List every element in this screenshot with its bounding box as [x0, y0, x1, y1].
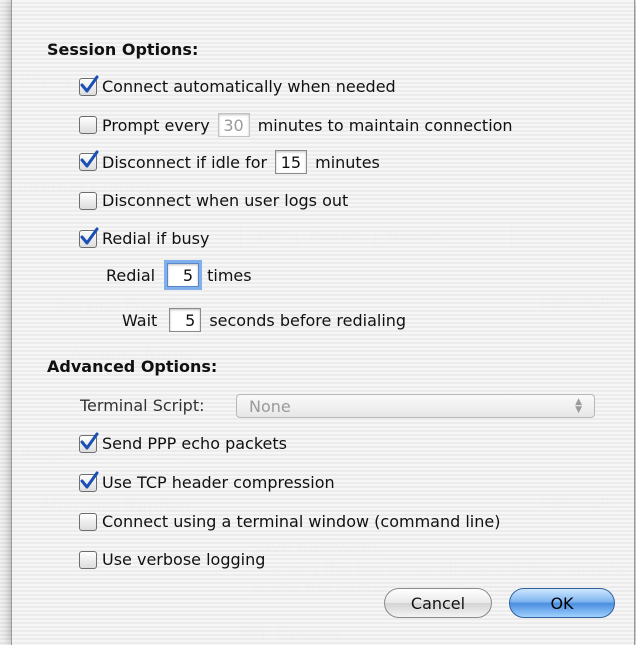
wait-suffix: seconds before redialing	[209, 310, 407, 330]
wait-row: Wait 5 seconds before redialing	[122, 308, 406, 332]
redial-busy-checkbox[interactable]	[79, 227, 99, 248]
wait-label: Wait	[122, 310, 158, 330]
ppp-echo-option[interactable]: Send PPP echo packets	[79, 432, 287, 453]
ppp-echo-label: Send PPP echo packets	[102, 434, 287, 453]
terminal-window-option[interactable]: Connect using a terminal window (command…	[79, 512, 500, 531]
session-options-title: Session Options:	[47, 40, 199, 59]
terminal-script-value: None	[249, 396, 291, 416]
disconnect-idle-option[interactable]: Disconnect if idle for 15 minutes	[79, 150, 380, 174]
idle-minutes-field[interactable]: 15	[275, 150, 308, 174]
verbose-logging-option[interactable]: Use verbose logging	[79, 550, 265, 569]
check-icon	[80, 471, 99, 488]
verbose-logging-label: Use verbose logging	[102, 550, 266, 569]
check-icon	[80, 75, 99, 92]
redial-busy-option[interactable]: Redial if busy	[79, 227, 210, 248]
redial-times-field[interactable]: 5	[167, 263, 200, 287]
redial-label: Redial	[106, 265, 156, 285]
terminal-script-select[interactable]: None ▲ ▼	[236, 394, 595, 418]
tcp-compression-option[interactable]: Use TCP header compression	[79, 471, 335, 492]
connect-automatically-label: Connect automatically when needed	[102, 77, 396, 96]
terminal-window-checkbox[interactable]	[79, 512, 97, 531]
verbose-logging-checkbox[interactable]	[79, 550, 97, 569]
stepper-arrows-icon: ▲ ▼	[575, 397, 582, 415]
disconnect-logout-checkbox[interactable]	[79, 191, 97, 210]
terminal-window-label: Connect using a terminal window (command…	[102, 512, 501, 531]
check-icon	[80, 432, 99, 449]
ok-button[interactable]: OK	[509, 588, 615, 618]
check-icon	[80, 227, 99, 244]
prompt-minutes-field[interactable]: 30	[217, 113, 250, 137]
prompt-every-option[interactable]: Prompt every 30 minutes to maintain conn…	[79, 113, 513, 137]
check-icon	[80, 150, 99, 168]
disconnect-idle-label: Disconnect if idle for	[102, 152, 268, 172]
redial-times-row: Redial 5 times	[106, 263, 252, 287]
prompt-every-checkbox[interactable]	[79, 116, 97, 134]
disconnect-idle-checkbox[interactable]	[79, 150, 99, 171]
prompt-every-suffix: minutes to maintain connection	[257, 115, 513, 135]
prompt-every-label: Prompt every	[102, 115, 210, 135]
redial-times-suffix: times	[207, 265, 252, 285]
tcp-compression-label: Use TCP header compression	[102, 473, 335, 492]
tcp-compression-checkbox[interactable]	[79, 471, 99, 492]
ppp-echo-checkbox[interactable]	[79, 432, 99, 453]
advanced-options-title: Advanced Options:	[47, 357, 218, 376]
disconnect-idle-suffix: minutes	[315, 152, 380, 172]
connect-automatically-option[interactable]: Connect automatically when needed	[79, 75, 396, 96]
wait-seconds-field[interactable]: 5	[169, 308, 202, 332]
disconnect-logout-option[interactable]: Disconnect when user logs out	[79, 191, 348, 210]
redial-busy-label: Redial if busy	[102, 229, 210, 248]
disconnect-logout-label: Disconnect when user logs out	[102, 191, 349, 210]
terminal-script-label: Terminal Script:	[80, 396, 205, 415]
connect-automatically-checkbox[interactable]	[79, 75, 99, 96]
cancel-button[interactable]: Cancel	[384, 588, 492, 618]
